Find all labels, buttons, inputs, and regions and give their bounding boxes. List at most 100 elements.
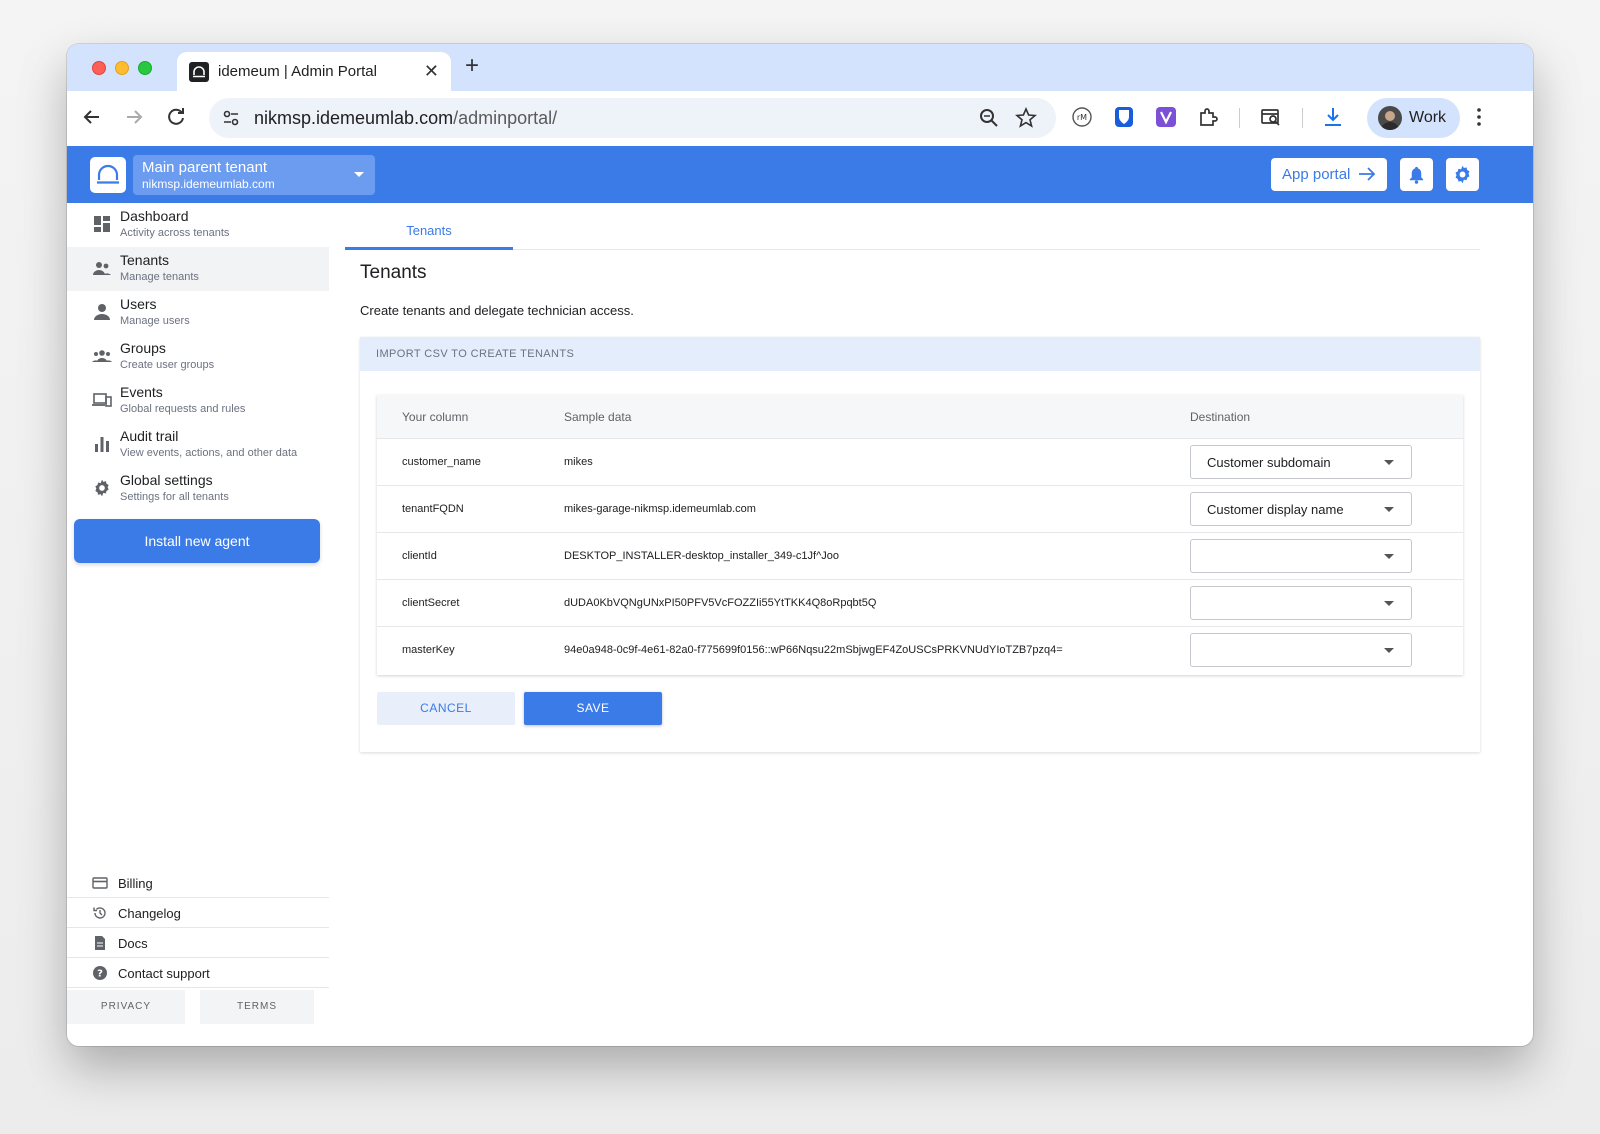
sidebar-item-sublabel: Global requests and rules: [120, 403, 246, 415]
tab-title: idemeum | Admin Portal: [218, 63, 377, 80]
sidebar-item-sublabel: Activity across tenants: [120, 227, 230, 239]
sidebar-item-audit-trail[interactable]: Audit trail View events, actions, and ot…: [67, 423, 329, 467]
sidebar-item-sublabel: Create user groups: [120, 359, 215, 371]
settings-button[interactable]: [1446, 158, 1479, 191]
browser-toolbar: nikmsp.idemeumlab.com/adminportal/ rM Wo…: [67, 91, 1533, 146]
bell-icon: [1409, 166, 1424, 184]
url-text: nikmsp.idemeumlab.com/adminportal/: [254, 108, 557, 129]
destination-select[interactable]: Customer display name: [1190, 492, 1412, 526]
tenant-selector[interactable]: Main parent tenant nikmsp.idemeumlab.com: [133, 155, 375, 195]
chevron-down-icon: [1384, 460, 1394, 465]
app-header: Main parent tenant nikmsp.idemeumlab.com…: [67, 146, 1533, 203]
tenant-name: Main parent tenant: [142, 159, 268, 176]
browser-window: idemeum | Admin Portal ✕ + nikmsp.idemeu…: [67, 44, 1533, 1046]
chevron-down-icon: [1384, 554, 1394, 559]
sidebar-item-label: Groups: [120, 340, 166, 356]
terms-link[interactable]: TERMS: [200, 990, 314, 1024]
destination-select[interactable]: [1190, 539, 1412, 573]
sidebar-item-global-settings[interactable]: Global settings Settings for all tenants: [67, 467, 329, 511]
footer-item-label: Changelog: [118, 906, 181, 921]
footer-item-label: Billing: [118, 876, 153, 891]
vimcal-extension-icon[interactable]: [1154, 105, 1178, 129]
column-name-cell: tenantFQDN: [402, 503, 464, 515]
column-header: Destination: [1190, 410, 1251, 424]
sidebar-item-label: Audit trail: [120, 428, 179, 444]
sample-data-cell: mikes: [564, 456, 593, 468]
app-portal-button[interactable]: App portal: [1271, 158, 1387, 191]
zoom-icon[interactable]: [978, 107, 1000, 129]
table-row: customer_name mikes Customer subdomain: [377, 439, 1463, 486]
history-icon: [93, 907, 106, 919]
card-header-label: IMPORT CSV TO CREATE TENANTS: [376, 348, 575, 360]
more-menu-icon[interactable]: [1467, 105, 1491, 129]
tab-search-icon[interactable]: [1259, 105, 1283, 129]
bookmark-star-icon[interactable]: [1015, 107, 1037, 129]
browser-tab[interactable]: idemeum | Admin Portal ✕: [177, 52, 451, 92]
sample-data-cell: mikes-garage-nikmsp.idemeumlab.com: [564, 503, 756, 515]
maximize-window-button[interactable]: [138, 61, 152, 75]
destination-select[interactable]: Customer subdomain: [1190, 445, 1412, 479]
new-tab-button[interactable]: +: [465, 54, 479, 78]
toolbar-divider: [1302, 108, 1303, 128]
sidebar-item-contact-support[interactable]: ? Contact support: [67, 958, 329, 988]
close-window-button[interactable]: [92, 61, 106, 75]
sidebar-item-events[interactable]: Events Global requests and rules: [67, 379, 329, 423]
save-button[interactable]: SAVE: [524, 692, 662, 725]
column-header: Sample data: [564, 410, 632, 424]
column-header: Your column: [402, 410, 469, 424]
column-name-cell: clientSecret: [402, 597, 460, 609]
import-csv-card: IMPORT CSV TO CREATE TENANTS Your column…: [360, 337, 1480, 752]
tenant-domain: nikmsp.idemeumlab.com: [142, 177, 275, 191]
user-icon: [94, 304, 110, 320]
close-tab-icon[interactable]: ✕: [424, 61, 439, 81]
extensions-puzzle-icon[interactable]: [1196, 105, 1220, 129]
profile-button[interactable]: Work: [1367, 98, 1460, 138]
sample-data-cell: 94e0a948-0c9f-4e61-82a0-f775699f0156::wP…: [564, 644, 1063, 656]
sidebar-item-users[interactable]: Users Manage users: [67, 291, 329, 335]
toolbar-divider: [1239, 108, 1240, 128]
sidebar-item-groups[interactable]: Groups Create user groups: [67, 335, 329, 379]
tab-bar: Tenants: [345, 203, 1480, 250]
url-path: /adminportal/: [453, 108, 558, 128]
idemeum-logo[interactable]: [90, 157, 126, 193]
remarkable-extension-icon[interactable]: rM: [1070, 105, 1094, 129]
sidebar: Dashboard Activity across tenants Tenant…: [67, 203, 329, 1046]
help-icon: ?: [93, 966, 107, 980]
avatar: [1378, 106, 1402, 130]
tab-tenants[interactable]: Tenants: [345, 203, 513, 250]
destination-select[interactable]: [1190, 586, 1412, 620]
gear-icon: [95, 479, 109, 497]
sidebar-item-label: Dashboard: [120, 208, 189, 224]
table-row: clientSecret dUDA0KbVQNgUNxPI50PFV5VcFOZ…: [377, 580, 1463, 627]
chevron-down-icon: [1384, 601, 1394, 606]
chevron-down-icon: [354, 172, 364, 177]
column-name-cell: clientId: [402, 550, 437, 562]
destination-select[interactable]: [1190, 633, 1412, 667]
download-icon[interactable]: [1321, 105, 1345, 129]
back-arrow-icon[interactable]: [80, 105, 104, 129]
sidebar-item-tenants[interactable]: Tenants Manage tenants: [67, 247, 329, 291]
forward-arrow-icon[interactable]: [122, 105, 146, 129]
cancel-button[interactable]: CANCEL: [377, 692, 515, 725]
minimize-window-button[interactable]: [115, 61, 129, 75]
gear-icon: [1455, 165, 1470, 184]
notifications-button[interactable]: [1400, 158, 1433, 191]
privacy-link[interactable]: PRIVACY: [67, 990, 185, 1024]
credit-card-icon: [92, 877, 108, 889]
sidebar-item-changelog[interactable]: Changelog: [67, 898, 329, 928]
install-new-agent-button[interactable]: Install new agent: [74, 519, 320, 563]
reload-icon[interactable]: [164, 105, 188, 129]
sidebar-item-sublabel: Manage users: [120, 315, 190, 327]
site-settings-icon[interactable]: [221, 108, 241, 128]
sidebar-item-billing[interactable]: Billing: [67, 868, 329, 898]
footer-item-label: Contact support: [118, 966, 210, 981]
sidebar-item-dashboard[interactable]: Dashboard Activity across tenants: [67, 203, 329, 247]
sidebar-item-label: Users: [120, 296, 157, 312]
sidebar-item-docs[interactable]: Docs: [67, 928, 329, 958]
address-bar[interactable]: nikmsp.idemeumlab.com/adminportal/: [209, 98, 1056, 138]
bitwarden-extension-icon[interactable]: [1112, 105, 1136, 129]
document-icon: [95, 936, 105, 950]
svg-text:rM: rM: [1077, 113, 1087, 122]
profile-label: Work: [1409, 109, 1447, 126]
table-row: masterKey 94e0a948-0c9f-4e61-82a0-f77569…: [377, 627, 1463, 674]
